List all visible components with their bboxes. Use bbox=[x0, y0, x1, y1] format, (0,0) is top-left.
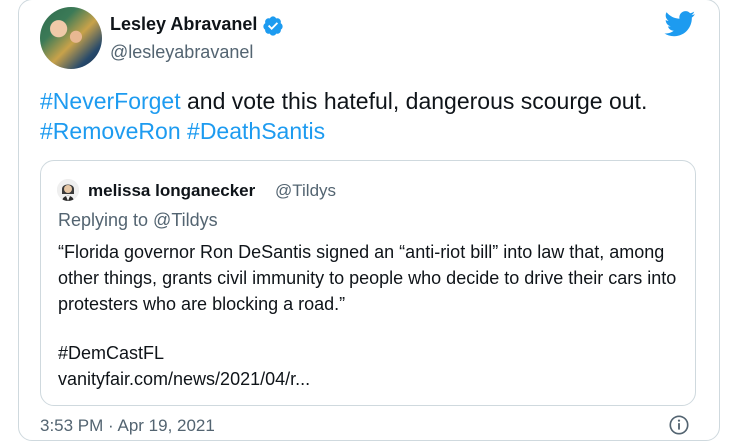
info-icon[interactable] bbox=[668, 414, 690, 436]
quoted-display-name[interactable]: melissa longanecker bbox=[88, 181, 255, 201]
quoted-body-text: “Florida governor Ron DeSantis signed an… bbox=[58, 242, 677, 314]
replying-to-label: Replying to @Tildys bbox=[58, 210, 218, 230]
quoted-author-avatar bbox=[57, 179, 79, 201]
tweet-text: #NeverForget and vote this hateful, dang… bbox=[40, 86, 700, 146]
hashtag-never-forget[interactable]: #NeverForget bbox=[40, 88, 181, 114]
quoted-handle[interactable]: @Tildys bbox=[275, 181, 336, 201]
verified-badge-icon bbox=[263, 16, 283, 36]
quoted-hashtag: #DemCastFL bbox=[58, 343, 165, 363]
hashtag-death-santis[interactable]: #DeathSantis bbox=[187, 118, 325, 144]
author-display-name[interactable]: Lesley Abravanel bbox=[110, 14, 257, 35]
tweet-timestamp[interactable]: 3:53 PM · Apr 19, 2021 bbox=[40, 416, 215, 436]
author-handle[interactable]: @lesleyabravanel bbox=[110, 42, 253, 63]
tweet-text-segment: and vote this hateful, dangerous scourge… bbox=[180, 88, 648, 114]
portrait-icon bbox=[57, 179, 79, 201]
quoted-link[interactable]: vanityfair.com/news/2021/04/r... bbox=[58, 369, 310, 390]
hashtag-remove-ron[interactable]: #RemoveRon bbox=[40, 118, 181, 144]
twitter-bird-icon[interactable] bbox=[664, 11, 696, 37]
author-avatar[interactable] bbox=[40, 7, 102, 69]
quoted-tweet[interactable]: melissa longanecker @Tildys Replying to … bbox=[40, 160, 696, 406]
